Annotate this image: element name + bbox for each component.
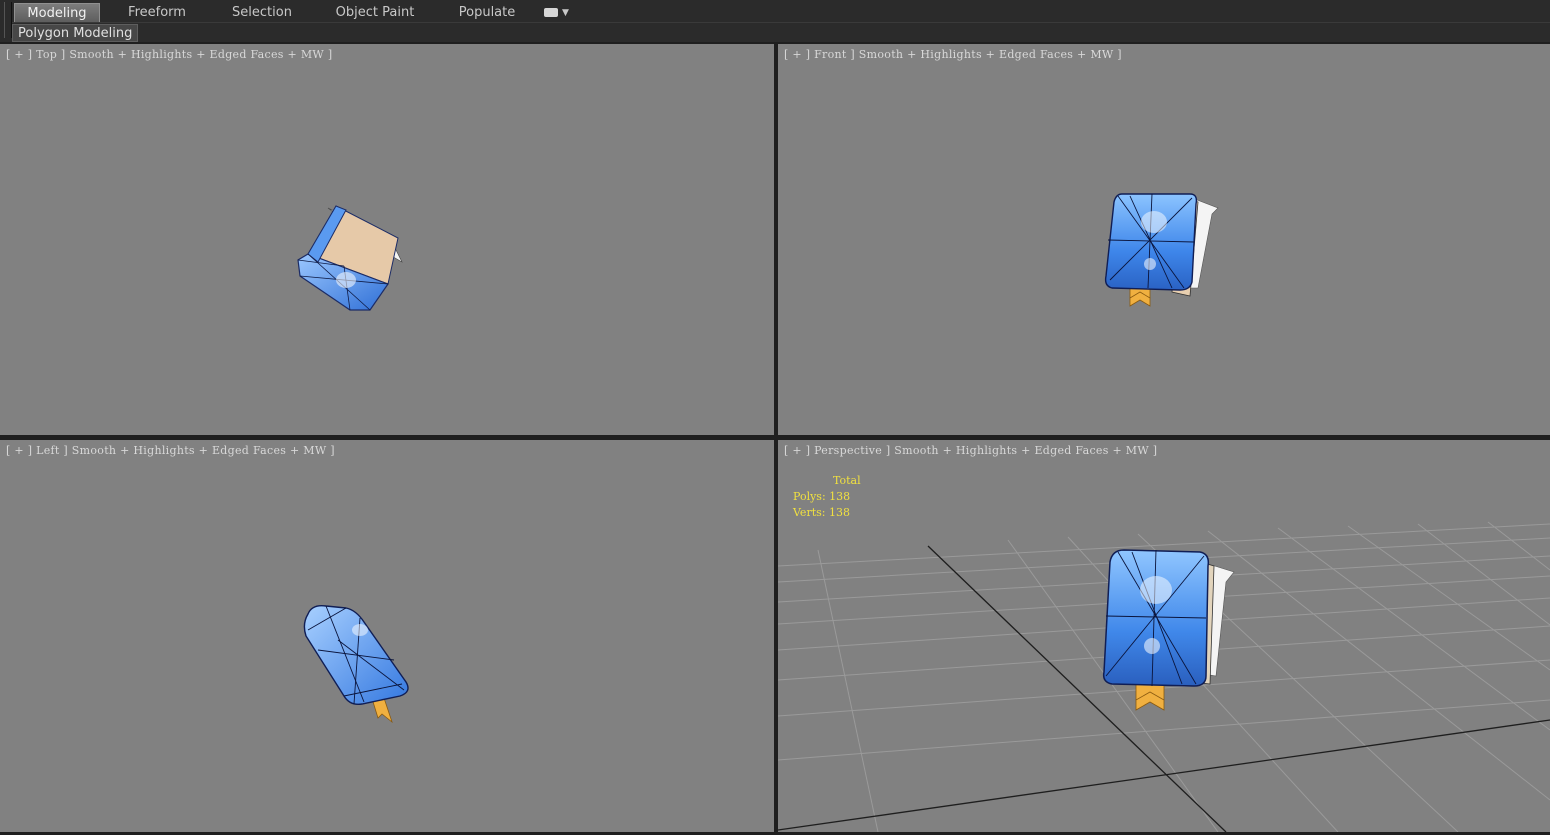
ribbon-tab-strip: Modeling Freeform Selection Object Paint… [0,3,1550,23]
viewport-top[interactable]: [ + ] Top ] Smooth + Highlights + Edged … [0,44,774,435]
viewport-label-perspective[interactable]: [ + ] Perspective ] Smooth + Highlights … [784,444,1157,457]
viewport-label-top[interactable]: [ + ] Top ] Smooth + Highlights + Edged … [6,48,332,61]
viewport-left[interactable]: [ + ] Left ] Smooth + Highlights + Edged… [0,440,774,832]
stats-overlay: Total Polys: 138 Verts: 138 [793,473,861,521]
ribbon-options-icon[interactable] [544,8,558,17]
stats-polys: Polys: 138 [793,490,851,503]
tab-object-paint[interactable]: Object Paint [325,3,425,23]
book-model-top[interactable] [290,202,420,322]
viewport-label-left[interactable]: [ + ] Left ] Smooth + Highlights + Edged… [6,444,335,457]
ribbon-divider [12,22,1550,23]
viewport-label-front[interactable]: [ + ] Front ] Smooth + Highlights + Edge… [784,48,1122,61]
stats-total-label: Total [833,474,861,487]
polygon-modeling-panel[interactable]: Polygon Modeling [12,24,139,42]
viewport-front[interactable]: [ + ] Front ] Smooth + Highlights + Edge… [778,44,1550,435]
book-model-left[interactable] [298,600,418,730]
chevron-down-icon[interactable]: ▼ [562,7,569,19]
tab-populate[interactable]: Populate [442,3,532,23]
tab-modeling[interactable]: Modeling [14,3,100,23]
tab-freeform[interactable]: Freeform [112,3,202,23]
viewport-perspective[interactable]: [ + ] Perspective ] Smooth + Highlights … [778,440,1550,832]
stats-verts: Verts: 138 [793,506,850,519]
ribbon: Modeling Freeform Selection Object Paint… [0,0,1550,42]
book-model-front[interactable] [1100,188,1225,313]
book-model-perspective[interactable] [1096,546,1236,716]
tab-selection[interactable]: Selection [217,3,307,23]
